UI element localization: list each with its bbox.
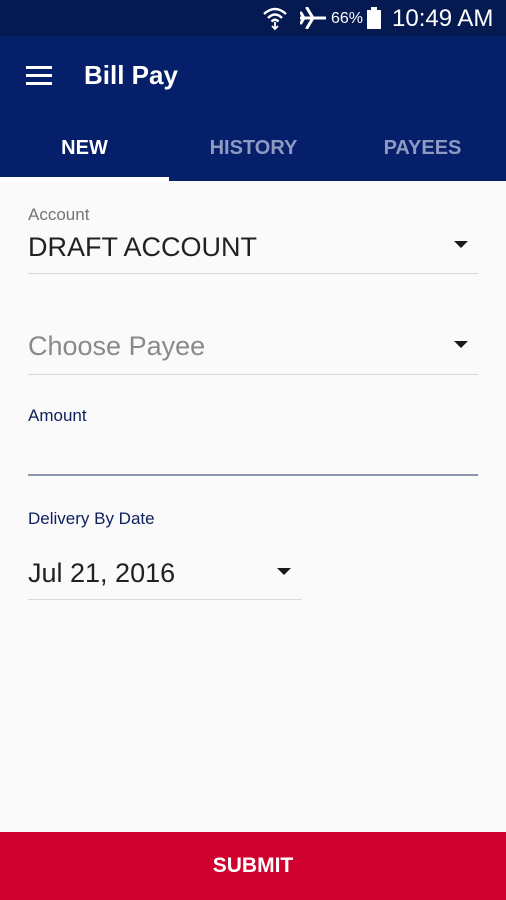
tab-payees[interactable]: PAYEES	[338, 120, 506, 181]
account-label: Account	[28, 205, 90, 224]
airplane-icon	[299, 6, 327, 34]
delivery-date-value: Jul 21, 2016	[28, 558, 176, 588]
wifi-icon	[262, 6, 288, 35]
page-title: Bill Pay	[84, 60, 178, 90]
hamburger-menu-icon[interactable]	[14, 56, 64, 96]
delivery-date-chevron-icon[interactable]	[277, 568, 291, 575]
battery-percent: 66%	[331, 10, 364, 27]
tab-bar: NEW HISTORY PAYEES	[0, 120, 506, 181]
account-dropdown-chevron-icon[interactable]	[454, 241, 468, 248]
tab-new[interactable]: NEW	[0, 120, 169, 181]
account-value: DRAFT ACCOUNT	[28, 232, 258, 262]
status-bar: 66% 10:49 AM	[0, 0, 506, 36]
payee-dropdown-chevron-icon[interactable]	[454, 341, 468, 348]
payee-underline	[28, 374, 478, 375]
app-bar: Bill Pay	[0, 36, 506, 120]
amount-label: Amount	[28, 406, 87, 425]
active-tab-indicator	[0, 177, 169, 181]
payee-placeholder: Choose Payee	[28, 331, 206, 361]
delivery-date-label: Delivery By Date	[28, 509, 155, 528]
amount-input[interactable]	[28, 436, 478, 472]
status-clock: 10:49 AM	[392, 5, 494, 32]
tab-history[interactable]: HISTORY	[169, 120, 338, 181]
delivery-date-underline	[28, 599, 302, 600]
account-underline	[28, 273, 478, 274]
battery-icon	[367, 7, 381, 34]
amount-underline	[28, 474, 478, 476]
submit-button[interactable]: SUBMIT	[0, 832, 506, 900]
